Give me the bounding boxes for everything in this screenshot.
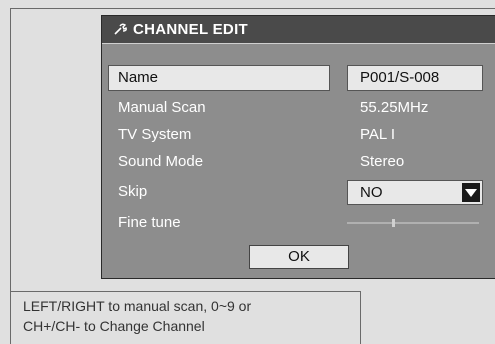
- skip-value: NO: [360, 184, 383, 201]
- hint-panel: LEFT/RIGHT to manual scan, 0~9 or CH+/CH…: [10, 291, 361, 344]
- slider-thumb[interactable]: [392, 219, 395, 227]
- dialog-titlebar: CHANNEL EDIT: [102, 16, 495, 44]
- tv-system-label: TV System: [118, 126, 192, 143]
- name-row[interactable]: Name: [108, 65, 330, 91]
- wrench-icon: [113, 23, 129, 37]
- fine-tune-slider[interactable]: [347, 219, 479, 227]
- chevron-down-icon[interactable]: [462, 183, 480, 202]
- sound-mode-value[interactable]: Stereo: [360, 150, 404, 174]
- ok-button[interactable]: OK: [249, 245, 349, 269]
- sound-mode-label: Sound Mode: [118, 153, 204, 170]
- manual-scan-label: Manual Scan: [118, 99, 206, 116]
- name-value: P001/S-008: [360, 69, 440, 86]
- hint-line-1: LEFT/RIGHT to manual scan, 0~9 or: [23, 298, 252, 314]
- name-label: Name: [118, 69, 159, 86]
- hint-line-2: CH+/CH- to Change Channel: [23, 318, 205, 334]
- slider-track: [347, 222, 479, 224]
- name-field[interactable]: P001/S-008: [347, 65, 483, 91]
- manual-scan-value[interactable]: 55.25MHz: [360, 96, 428, 120]
- skip-label: Skip: [118, 183, 148, 200]
- dialog-title: CHANNEL EDIT: [133, 21, 248, 38]
- channel-edit-dialog: CHANNEL EDIT Name P001/S-008 Manual Scan…: [101, 15, 495, 279]
- tv-system-value[interactable]: PAL I: [360, 123, 395, 147]
- skip-dropdown[interactable]: NO: [347, 180, 483, 205]
- fine-tune-label: Fine tune: [118, 214, 181, 231]
